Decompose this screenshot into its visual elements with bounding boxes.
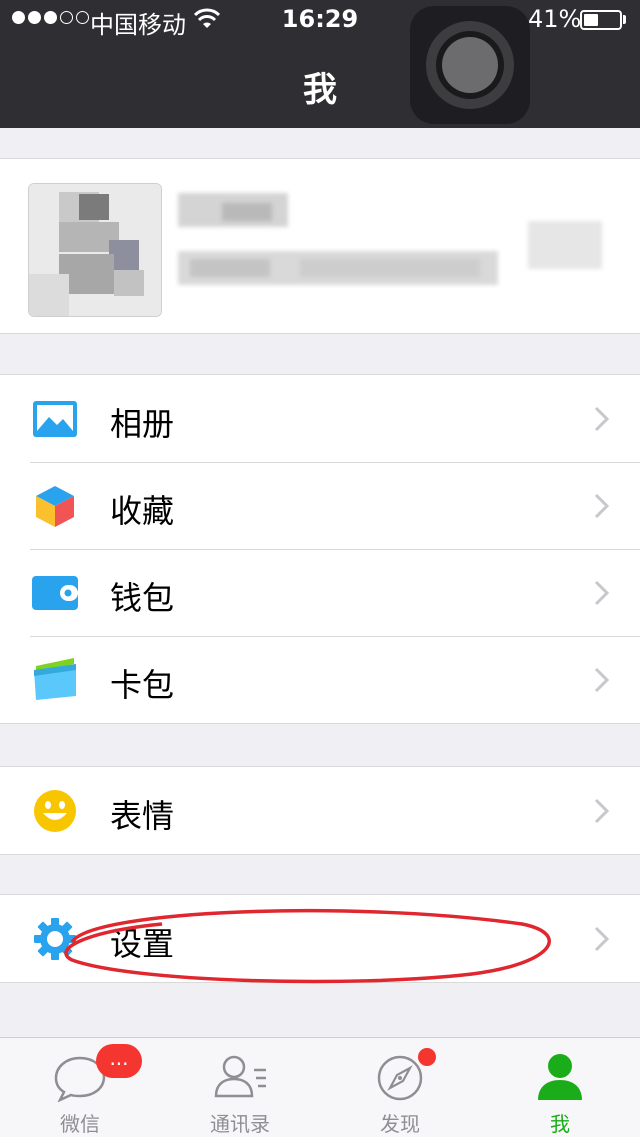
- menu-item-label: 收藏: [110, 492, 175, 530]
- chevron-right-icon: [594, 667, 610, 693]
- tab-label: 微信: [60, 1112, 100, 1136]
- menu-item-label: 卡包: [110, 666, 175, 704]
- menu-item-label: 表情: [110, 797, 175, 835]
- settings-gear-icon: [34, 918, 76, 960]
- menu-group-1: 相册 收藏 钱包 卡包: [0, 374, 640, 724]
- menu-item-favorites[interactable]: 收藏: [0, 462, 640, 549]
- menu-item-card-package[interactable]: 卡包: [0, 636, 640, 723]
- avatar[interactable]: [28, 183, 162, 317]
- tab-discover[interactable]: 发现: [320, 1038, 480, 1137]
- menu-item-stickers[interactable]: 表情: [0, 767, 640, 854]
- menu-item-label: 相册: [110, 405, 175, 443]
- chevron-right-icon: [594, 493, 610, 519]
- menu-item-wallet[interactable]: 钱包: [0, 549, 640, 636]
- favorites-icon: [36, 486, 74, 527]
- tab-label: 发现: [380, 1112, 420, 1136]
- battery-icon: [580, 10, 622, 30]
- profile-card[interactable]: [0, 158, 640, 334]
- contacts-icon: [214, 1055, 266, 1098]
- chevron-right-icon: [594, 406, 610, 432]
- tab-contacts[interactable]: 通讯录: [160, 1038, 320, 1137]
- menu-item-label: 设置: [110, 925, 175, 963]
- top-bar: 中国移动 16:29 41% 我: [0, 0, 640, 128]
- tab-chats[interactable]: ... 微信: [0, 1038, 160, 1137]
- me-person-icon: [538, 1054, 582, 1100]
- page-title: 我: [303, 70, 337, 110]
- card-package-icon: [34, 658, 76, 700]
- wallet-icon: [32, 576, 78, 610]
- sticker-smile-icon: [34, 790, 76, 832]
- battery-percentage: 41%: [528, 5, 582, 33]
- tab-me[interactable]: 我: [480, 1038, 640, 1137]
- menu-group-2: 表情: [0, 766, 640, 855]
- menu-item-settings[interactable]: 设置: [0, 895, 640, 982]
- menu-item-label: 钱包: [110, 579, 175, 617]
- assistive-touch-button[interactable]: [410, 6, 530, 124]
- unread-badge: ...: [96, 1044, 142, 1078]
- chevron-right-icon: [594, 580, 610, 606]
- menu-group-3: 设置: [0, 894, 640, 983]
- chevron-right-icon: [594, 926, 610, 952]
- qr-code-redacted[interactable]: [528, 221, 602, 269]
- tab-label: 通讯录: [210, 1112, 270, 1136]
- status-bar: 中国移动 16:29 41%: [0, 0, 640, 40]
- album-icon: [33, 401, 77, 437]
- menu-item-album[interactable]: 相册: [0, 375, 640, 462]
- chevron-right-icon: [594, 798, 610, 824]
- tab-bar: ... 微信 通讯录 发现 我: [0, 1037, 640, 1137]
- discover-notification-dot: [418, 1048, 436, 1066]
- tab-label: 我: [550, 1112, 570, 1136]
